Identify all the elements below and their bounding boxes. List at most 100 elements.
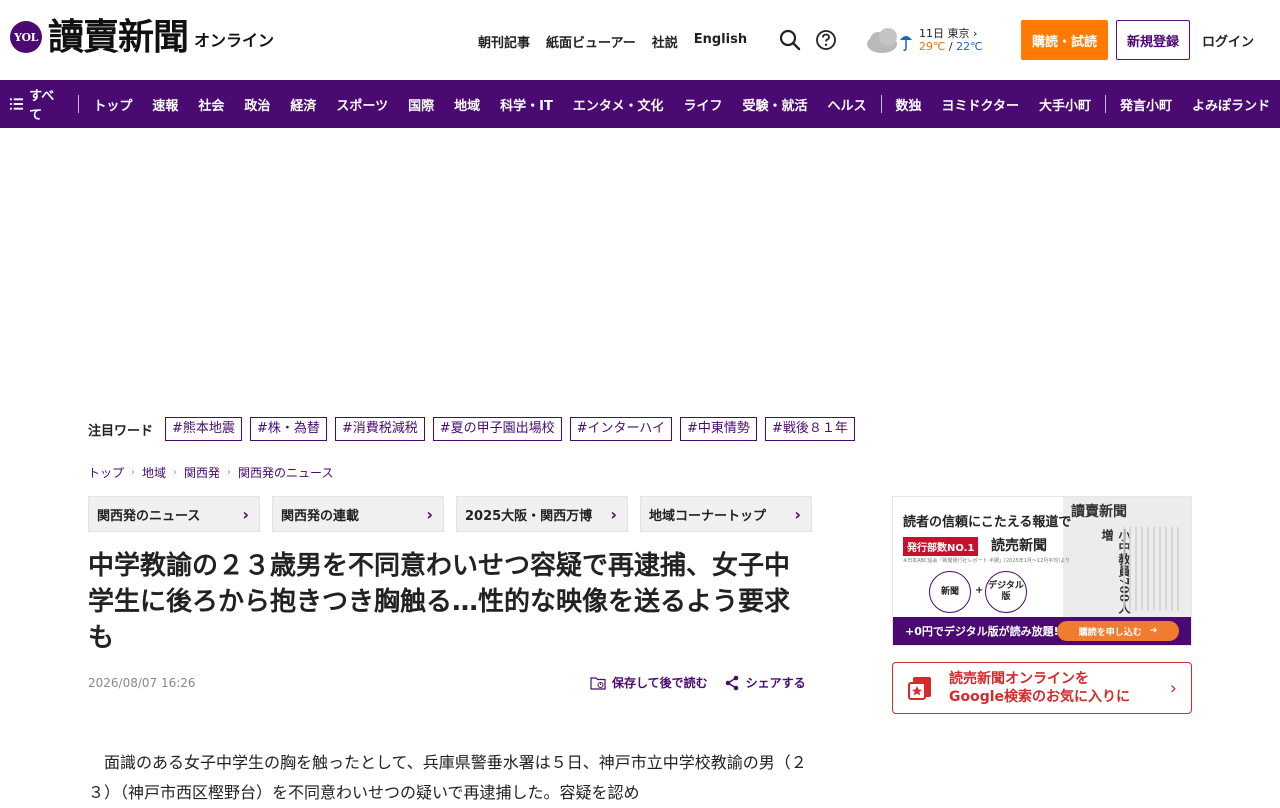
nav-item-komachi[interactable]: 大手小町 <box>1029 95 1101 114</box>
breadcrumb-item[interactable]: 地域 <box>142 464 166 481</box>
breadcrumb-item[interactable]: トップ <box>88 464 124 481</box>
chevron-right-icon: › <box>973 27 978 40</box>
subnav-region-top[interactable]: 地域コーナートップ › <box>640 496 812 532</box>
subnav-kansai-series[interactable]: 関西発の連載 › <box>272 496 444 532</box>
nav-item-breaking[interactable]: 速報 <box>142 95 188 114</box>
link-paper-viewer[interactable]: 紙面ビューアー <box>546 32 636 51</box>
site-header: YOL 讀賣新聞 オンライン 朝刊記事 紙面ビューアー 社説 English 1… <box>0 0 1280 80</box>
main-nav: すべて トップ 速報 社会 政治 経済 スポーツ 国際 地域 科学・IT エンタ… <box>0 80 1280 128</box>
arrow-circle-icon: ➜ <box>1149 626 1158 636</box>
nav-item-politics[interactable]: 政治 <box>234 95 280 114</box>
search-icon[interactable] <box>779 29 801 51</box>
newspaper-image: 讀賣新聞 小中教員700人増 <box>1063 497 1191 617</box>
ad-placeholder <box>0 128 1280 408</box>
chevron-right-icon: › <box>610 504 617 524</box>
ad-subscribe-cta[interactable]: 購読を申し込む ➜ <box>1057 621 1179 641</box>
trending-label: 注目ワード <box>88 423 154 439</box>
subscription-ad-banner[interactable]: 讀賣新聞 小中教員700人増 読者の信頼にこたえる報道で 発行部数NO.1 読売… <box>892 496 1192 646</box>
chevron-right-icon: › <box>794 504 801 524</box>
breadcrumb: トップ › 地域 › 関西発 › 関西発のニュース <box>88 464 333 481</box>
share-button[interactable]: シェアする <box>724 674 806 691</box>
nav-divider <box>78 95 80 113</box>
chevron-right-icon: › <box>242 504 249 524</box>
nav-item-sudoku[interactable]: 数独 <box>886 95 932 114</box>
trend-tag[interactable]: #株・為替 <box>249 417 327 441</box>
folder-save-icon <box>590 676 606 690</box>
link-morning-edition[interactable]: 朝刊記事 <box>478 32 530 51</box>
trending-words: 注目ワード #熊本地震 #株・為替 #消費税減税 #夏の甲子園出場校 #インター… <box>88 417 863 441</box>
login-link[interactable]: ログイン <box>1202 31 1254 50</box>
weather-date-place: 11日 東京 › <box>919 27 978 40</box>
save-for-later-button[interactable]: 保存して後で読む <box>590 674 708 691</box>
temp-separator: / <box>948 40 953 53</box>
ad-bar-text: +0円でデジタル版が読み放題! <box>905 625 1059 638</box>
site-logo[interactable]: YOL 讀賣新聞 オンライン <box>10 17 274 57</box>
trend-tag[interactable]: #消費税減税 <box>334 417 425 441</box>
nav-item-yomidr[interactable]: ヨミドクター <box>932 95 1029 114</box>
nav-item-international[interactable]: 国際 <box>398 95 444 114</box>
article-headline: 中学教諭の２３歳男を不同意わいせつ容疑で再逮捕、女子中学生に後ろから抱きつき胸触… <box>88 551 791 653</box>
logo-title: 讀賣新聞 <box>48 16 189 58</box>
ad-plus: + <box>975 585 984 596</box>
trend-tag[interactable]: #インターハイ <box>569 417 673 441</box>
nav-item-science-it[interactable]: 科学・IT <box>490 95 563 114</box>
share-icon <box>725 675 738 690</box>
ad-bottom-bar: +0円でデジタル版が読み放題! 購読を申し込む ➜ <box>893 617 1191 645</box>
ad-brand: 読売新聞 <box>991 538 1047 554</box>
nav-divider <box>1105 95 1106 113</box>
nav-item-entertainment[interactable]: エンタメ・文化 <box>563 95 674 114</box>
yol-badge: YOL <box>10 21 42 53</box>
section-subnav: 関西発のニュース › 関西発の連載 › 2025大阪・関西万博 › 地域コーナートップ… <box>88 496 812 532</box>
chevron-right-icon: › <box>131 467 136 478</box>
nav-divider <box>880 95 882 113</box>
nav-item-region[interactable]: 地域 <box>444 95 490 114</box>
ad-badge: 発行部数NO.1 <box>903 537 979 556</box>
cloud-rain-icon <box>867 28 912 53</box>
nav-item-society[interactable]: 社会 <box>188 95 234 114</box>
trend-tag[interactable]: #熊本地震 <box>165 417 242 441</box>
article-body: 面識のある女子中学生の胸を触ったとして、兵庫県警垂水署は５日、神戸市立中学校教諭… <box>88 753 807 802</box>
ad-circle-paper: 新聞 <box>929 571 971 613</box>
subnav-kansai-news[interactable]: 関西発のニュース › <box>88 496 260 532</box>
trend-tag[interactable]: #中東情勢 <box>680 417 757 441</box>
ad-footnote: ※日本ABC協会「新聞発行社レポート 半期」(2025年1月〜12月平均)より <box>903 558 1071 564</box>
nav-item-yomipo-land[interactable]: よみぽランド <box>1182 95 1280 114</box>
register-button[interactable]: 新規登録 <box>1116 20 1190 60</box>
article-date: 2026/08/07 16:26 <box>88 676 196 690</box>
help-icon[interactable] <box>815 29 837 51</box>
link-english[interactable]: English <box>694 32 747 51</box>
nav-item-exam-jobs[interactable]: 受験・就活 <box>733 95 818 114</box>
link-editorial[interactable]: 社説 <box>652 32 678 51</box>
nav-item-economy[interactable]: 経済 <box>280 95 326 114</box>
nav-item-life[interactable]: ライフ <box>674 95 733 114</box>
chevron-right-icon: › <box>173 467 178 478</box>
weather-temps: 29℃ / 22℃ <box>919 40 982 53</box>
subscribe-button[interactable]: 購読・試読 <box>1021 20 1108 60</box>
breadcrumb-item[interactable]: 関西発のニュース <box>238 464 333 481</box>
google-favorite-banner[interactable]: 読売新聞オンラインを Google検索のお気に入りに › <box>892 662 1192 714</box>
nav-item-sports[interactable]: スポーツ <box>326 95 398 114</box>
menu-icon <box>10 98 24 110</box>
trend-tag[interactable]: #戦後８１年 <box>764 417 855 441</box>
temp-high: 29℃ <box>919 40 946 53</box>
breadcrumb-item[interactable]: 関西発 <box>184 464 220 481</box>
paper-text-lines <box>1123 527 1183 611</box>
ad-circle-digital: デジタル版 <box>985 571 1027 613</box>
trend-tag[interactable]: #夏の甲子園出場校 <box>432 417 562 441</box>
nav-all-menu[interactable]: すべて <box>0 85 74 123</box>
bookmark-star-icon <box>908 677 931 700</box>
chevron-right-icon: › <box>426 504 433 524</box>
chevron-right-icon: › <box>1169 677 1177 699</box>
nav-item-health[interactable]: ヘルス <box>818 95 877 114</box>
nav-item-hatsugen-komachi[interactable]: 発言小町 <box>1110 95 1182 114</box>
weather-widget[interactable]: 11日 東京 › 29℃ / 22℃ <box>864 24 984 58</box>
paper-masthead: 讀賣新聞 <box>1071 504 1127 520</box>
top-links: 朝刊記事 紙面ビューアー 社説 English <box>478 32 747 51</box>
chevron-right-icon: › <box>227 467 232 478</box>
nav-item-top[interactable]: トップ <box>83 95 142 114</box>
article-actions: 保存して後で読む シェアする <box>590 674 806 691</box>
logo-subtitle: オンライン <box>194 31 275 50</box>
ad-tagline: 読者の信頼にこたえる報道で <box>903 515 1072 530</box>
google-favorite-text: 読売新聞オンラインを Google検索のお気に入りに <box>949 671 1131 705</box>
subnav-expo[interactable]: 2025大阪・関西万博 › <box>456 496 628 532</box>
